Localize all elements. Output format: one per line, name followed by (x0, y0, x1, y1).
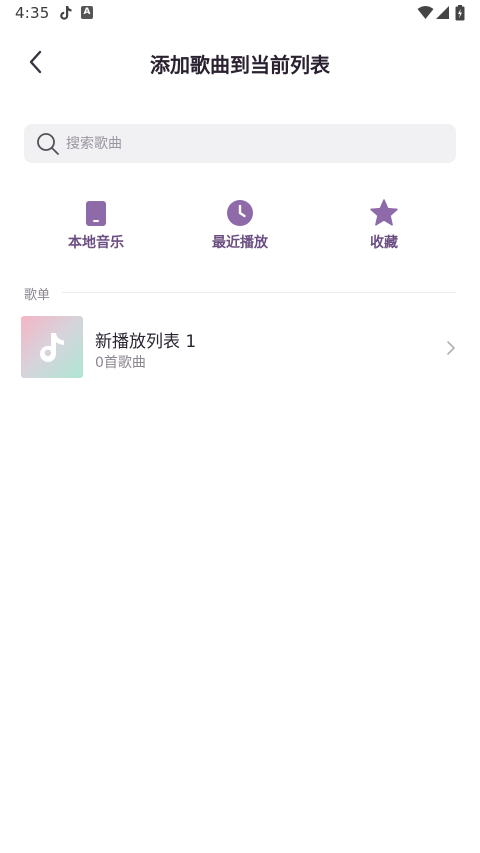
playlist-name: 新播放列表 1 (95, 332, 197, 352)
star-icon (324, 199, 444, 227)
page-title: 添加歌曲到当前列表 (150, 53, 330, 77)
screen: 4:35 A 添加歌曲到当前列表 搜索歌曲 本地音乐 最近播放 收藏 歌单 新播… (0, 0, 480, 853)
playlist-item[interactable]: 新播放列表 1 0首歌曲 (21, 316, 461, 379)
wifi-icon (417, 5, 434, 24)
phone-icon (36, 199, 156, 227)
search-icon (36, 132, 60, 160)
playlist-song-count: 0首歌曲 (95, 355, 146, 371)
a-badge-icon: A (81, 6, 93, 19)
search-box[interactable] (24, 124, 456, 163)
signal-icon (435, 5, 450, 24)
section-divider (62, 292, 456, 293)
search-input[interactable] (64, 124, 448, 163)
recent-play-label: 最近播放 (212, 235, 268, 251)
quick-actions: 本地音乐 最近播放 收藏 (0, 196, 480, 256)
local-music-label: 本地音乐 (68, 235, 124, 251)
playlist-cover (21, 316, 83, 378)
status-bar: 4:35 A (0, 0, 480, 28)
section-label: 歌单 (24, 288, 51, 303)
battery-icon (455, 5, 465, 25)
local-music-button[interactable]: 本地音乐 (36, 196, 156, 254)
favorites-button[interactable]: 收藏 (324, 196, 444, 254)
favorites-label: 收藏 (370, 235, 398, 251)
clock-icon (180, 199, 300, 227)
playlist-section-header: 歌单 (24, 284, 456, 303)
status-time: 4:35 (15, 4, 50, 22)
chevron-right-icon (445, 339, 457, 361)
recent-play-button[interactable]: 最近播放 (180, 196, 300, 254)
header: 添加歌曲到当前列表 (0, 40, 480, 84)
tiktok-icon (57, 5, 73, 25)
music-note-icon (40, 333, 64, 362)
